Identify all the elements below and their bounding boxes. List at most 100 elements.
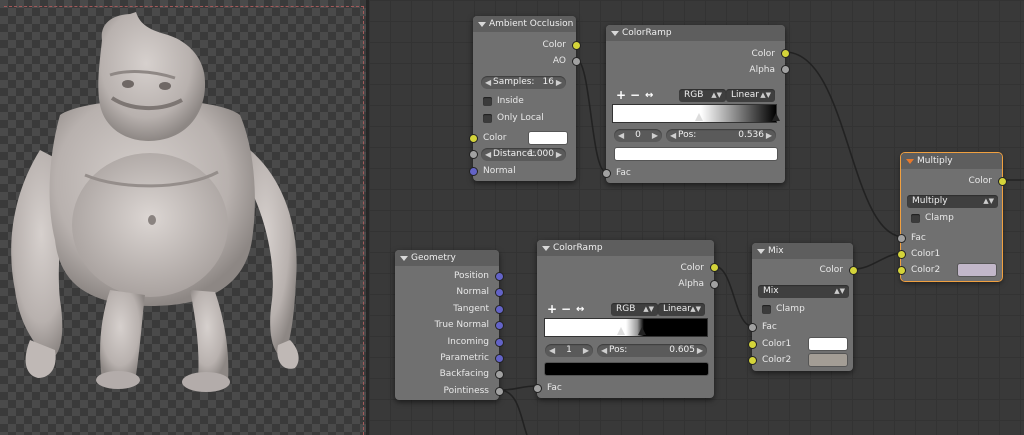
position-field[interactable]: ◀ Pos: 0.536 ▶	[666, 129, 776, 142]
stop-index-field[interactable]: ◀ 1 ▶	[545, 344, 593, 357]
output-normal-socket[interactable]	[495, 288, 504, 297]
clamp-checkbox[interactable]	[762, 305, 771, 314]
distance-field[interactable]: ◀ Distance: 1.000 ▶	[481, 148, 566, 161]
output-color-socket[interactable]	[572, 41, 581, 50]
ambient-occlusion-node[interactable]: Ambient Occlusion Color AO ◀ Samples: 16…	[469, 16, 581, 181]
collapse-arrow-icon[interactable]	[906, 159, 914, 164]
blend-mode-dropdown[interactable]: Multiply ▲▼	[907, 195, 998, 208]
node-header[interactable]: Ambient Occlusion	[473, 16, 576, 32]
collapse-arrow-icon[interactable]	[757, 249, 765, 254]
only-local-checkbox[interactable]	[483, 114, 492, 123]
color-ramp-gradient[interactable]	[544, 318, 708, 337]
samples-field[interactable]: ◀ Samples: 16 ▶	[481, 76, 566, 89]
decrement-arrow-icon[interactable]: ◀	[670, 129, 676, 142]
mix-node[interactable]: Mix Color Mix ▲▼ Clamp Fac Color1 Color2	[748, 243, 858, 371]
input-color-socket[interactable]	[469, 134, 478, 143]
add-stop-button[interactable]: +	[616, 89, 626, 102]
collapse-arrow-icon[interactable]	[478, 22, 486, 27]
clamp-checkbox[interactable]	[911, 214, 920, 223]
output-color-socket[interactable]	[998, 177, 1007, 186]
remove-stop-button[interactable]: −	[561, 303, 571, 316]
add-stop-button[interactable]: +	[547, 303, 557, 316]
color1-swatch[interactable]	[808, 337, 848, 351]
interpolation-dropdown[interactable]: Linear ▲▼	[658, 303, 705, 316]
remove-stop-button[interactable]: −	[630, 89, 640, 102]
color-mode-dropdown[interactable]: RGB ▲▼	[611, 303, 658, 316]
input-color2-socket[interactable]	[748, 356, 757, 365]
input-fac-socket[interactable]	[897, 234, 906, 243]
interpolation-dropdown[interactable]: Linear ▲▼	[726, 89, 775, 102]
decrement-arrow-icon[interactable]: ◀	[485, 148, 491, 161]
input-fac-socket[interactable]	[602, 169, 611, 178]
decrement-arrow-icon[interactable]: ◀	[601, 344, 607, 357]
input-color1-socket[interactable]	[897, 250, 906, 259]
ramp-stop-marker-active[interactable]	[638, 327, 646, 335]
ramp-stop-marker[interactable]	[772, 113, 780, 121]
blend-mode-dropdown[interactable]: Mix ▲▼	[758, 285, 849, 298]
3d-viewport[interactable]	[0, 0, 366, 435]
increment-arrow-icon[interactable]: ▶	[652, 129, 658, 142]
clamp-label: Clamp	[925, 213, 954, 223]
geometry-node[interactable]: Geometry Position Normal Tangent True No…	[395, 250, 504, 400]
output-color-socket[interactable]	[849, 266, 858, 275]
output-alpha-socket[interactable]	[710, 280, 719, 289]
collapse-arrow-icon[interactable]	[542, 246, 550, 251]
output-ao-socket[interactable]	[572, 57, 581, 66]
collapse-arrow-icon[interactable]	[611, 31, 619, 36]
output-alpha-label: Alpha	[678, 279, 704, 289]
output-ao-label: AO	[552, 56, 566, 66]
input-normal-socket[interactable]	[469, 167, 478, 176]
inside-checkbox[interactable]	[483, 97, 492, 106]
sculpt-creature-render	[11, 12, 299, 392]
output-alpha-socket[interactable]	[781, 65, 790, 74]
increment-arrow-icon[interactable]: ▶	[556, 76, 562, 89]
color2-swatch[interactable]	[957, 263, 997, 277]
multiply-node[interactable]: Multiply Color Multiply ▲▼ Clamp Fac Colo…	[897, 152, 1007, 282]
node-title: ColorRamp	[553, 243, 603, 253]
node-header[interactable]: Geometry	[395, 250, 499, 266]
colorramp-node-1[interactable]: ColorRamp Color Alpha + − ↔ RGB ▲▼ Linear…	[602, 25, 790, 183]
output-tangent-socket[interactable]	[495, 305, 504, 314]
inside-label: Inside	[497, 96, 524, 106]
decrement-arrow-icon[interactable]: ◀	[485, 76, 491, 89]
node-header[interactable]: ColorRamp	[537, 240, 714, 256]
stop-color-swatch[interactable]	[544, 362, 709, 376]
output-color-socket[interactable]	[781, 49, 790, 58]
increment-arrow-icon[interactable]: ▶	[556, 148, 562, 161]
flip-ramp-button[interactable]: ↔	[645, 89, 653, 102]
output-position-socket[interactable]	[495, 272, 504, 281]
input-color1-socket[interactable]	[748, 340, 757, 349]
increment-arrow-icon[interactable]: ▶	[583, 344, 589, 357]
input-color2-socket[interactable]	[897, 266, 906, 275]
stop-index-field[interactable]: ◀ 0 ▶	[614, 129, 662, 142]
ramp-stop-marker[interactable]	[617, 327, 625, 335]
updown-arrows-icon: ▲▼	[760, 91, 771, 99]
input-fac-socket[interactable]	[533, 384, 542, 393]
flip-ramp-button[interactable]: ↔	[576, 303, 584, 316]
color2-swatch[interactable]	[808, 353, 848, 367]
node-header[interactable]: Multiply	[901, 153, 1002, 169]
color-mode-dropdown[interactable]: RGB ▲▼	[679, 89, 726, 102]
output-incoming-socket[interactable]	[495, 338, 504, 347]
ao-color-swatch[interactable]	[528, 131, 568, 145]
node-editor[interactable]: Ambient Occlusion Color AO ◀ Samples: 16…	[369, 0, 1024, 435]
increment-arrow-icon[interactable]: ▶	[766, 129, 772, 142]
increment-arrow-icon[interactable]: ▶	[697, 344, 703, 357]
ramp-stop-marker-active[interactable]	[695, 113, 703, 121]
input-normal-label: Normal	[483, 166, 516, 176]
output-parametric-socket[interactable]	[495, 354, 504, 363]
output-color-socket[interactable]	[710, 263, 719, 272]
output-pointiness-socket[interactable]	[495, 387, 504, 396]
output-true-normal-socket[interactable]	[495, 321, 504, 330]
node-header[interactable]: ColorRamp	[606, 25, 785, 41]
output-backfacing-socket[interactable]	[495, 370, 504, 379]
only-local-label: Only Local	[497, 113, 544, 123]
position-field[interactable]: ◀ Pos: 0.605 ▶	[597, 344, 707, 357]
node-header[interactable]: Mix	[752, 243, 853, 259]
stop-color-swatch[interactable]	[614, 147, 778, 161]
input-fac-socket[interactable]	[748, 323, 757, 332]
collapse-arrow-icon[interactable]	[400, 256, 408, 261]
colorramp-node-2[interactable]: ColorRamp Color Alpha + − ↔ RGB ▲▼ Linear…	[533, 240, 719, 398]
input-color2-label: Color2	[762, 355, 792, 365]
input-distance-socket[interactable]	[469, 150, 478, 159]
